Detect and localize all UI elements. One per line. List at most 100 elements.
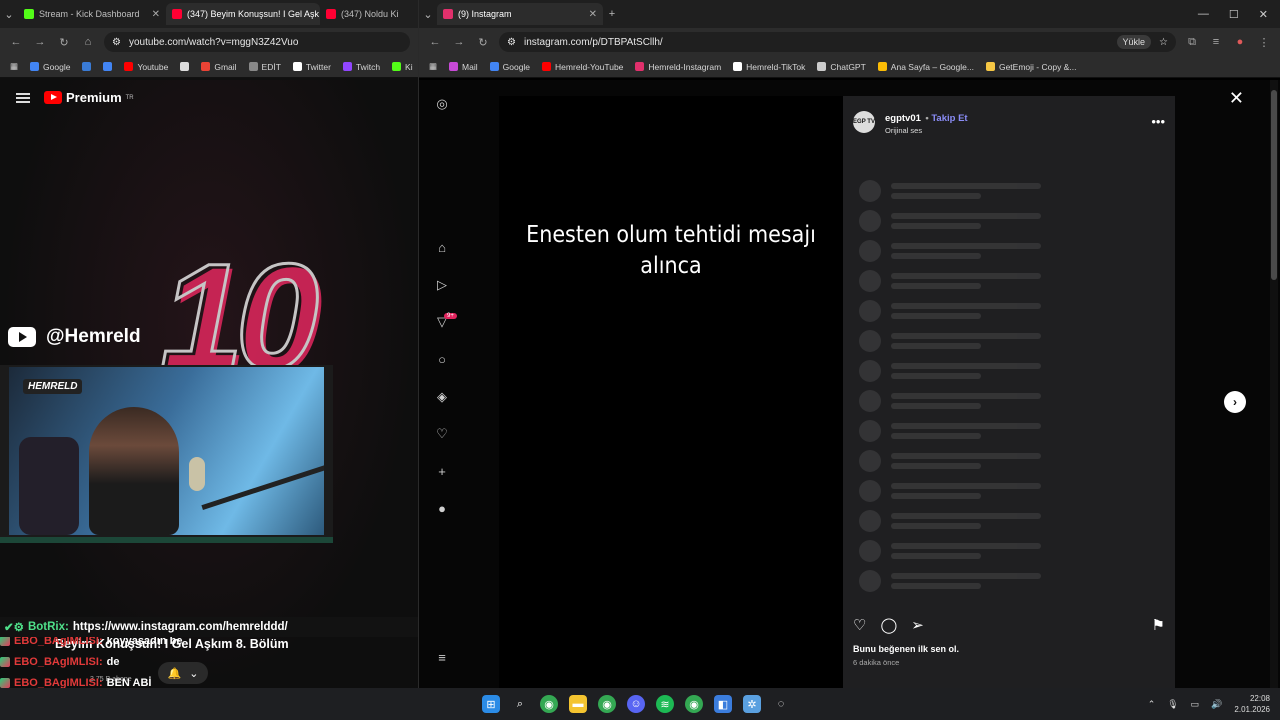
chevron-up-icon[interactable]: ⌃	[1148, 699, 1156, 710]
tab-kick-dashboard[interactable]: Stream - Kick Dashboard ✕	[18, 3, 166, 25]
bookmark-item[interactable]: GetEmoji - Copy &...	[985, 62, 1076, 72]
like-icon[interactable]: ♡	[853, 616, 866, 634]
instagram-logo-icon[interactable]: ◎	[434, 96, 450, 112]
skeleton-lines	[891, 453, 1041, 469]
start-icon[interactable]: ⊞	[482, 695, 500, 713]
search-icon[interactable]: ⌕	[511, 695, 529, 713]
chrome-icon[interactable]: ◉	[685, 695, 703, 713]
app-icon[interactable]: ◧	[714, 695, 732, 713]
bookmark-item[interactable]: Google	[489, 62, 530, 72]
url-field[interactable]: ⚙ instagram.com/p/DTBPAtSCllh/ Yükle ☆	[499, 32, 1176, 52]
youtube-player[interactable]: Premium TR 10 @Hemreld HEMRELD Beyim Kon…	[0, 80, 418, 688]
home-icon[interactable]: ⌂	[434, 240, 450, 256]
bookmark-favicon-icon	[30, 62, 40, 71]
home-icon[interactable]: ⌂	[80, 36, 96, 48]
more-menu-icon[interactable]: ≡	[434, 650, 450, 666]
discord-icon[interactable]: ☺	[627, 695, 645, 713]
site-info-icon[interactable]: ⚙	[507, 37, 516, 48]
file-explorer-icon[interactable]: ▬	[569, 695, 587, 713]
bookmark-label: Youtube	[137, 61, 169, 72]
maximize-icon[interactable]: ☐	[1229, 8, 1239, 21]
tab-youtube-other[interactable]: (347) Noldu Ki	[320, 3, 402, 25]
obs-icon[interactable]: ◌	[772, 695, 790, 713]
bookmark-item[interactable]: Twitch	[342, 62, 380, 72]
profile-avatar-icon[interactable]: ●	[1232, 36, 1248, 48]
bookmark-item[interactable]: Gmail	[201, 62, 237, 72]
author-avatar[interactable]: EGP TV	[853, 110, 875, 133]
forward-icon[interactable]: →	[451, 36, 467, 48]
author-username[interactable]: egptv01	[885, 113, 921, 124]
tab-close-icon[interactable]: ✕	[152, 9, 160, 20]
chrome-icon[interactable]: ◉	[540, 695, 558, 713]
tab-search-icon[interactable]: ⌄	[419, 8, 437, 21]
bookmark-label: Mail	[462, 61, 478, 72]
site-info-icon[interactable]: ⚙	[112, 37, 121, 48]
profile-icon[interactable]: ●	[434, 501, 450, 517]
bookmark-item[interactable]: Ki	[392, 62, 413, 72]
search-icon[interactable]: ○	[434, 352, 450, 368]
tab-instagram[interactable]: (9) Instagram ✕	[437, 3, 603, 25]
media-icon[interactable]: ≡	[1208, 36, 1224, 48]
tab-search-icon[interactable]: ⌄	[0, 8, 18, 21]
comment-icon[interactable]: ◯	[880, 616, 897, 634]
network-icon[interactable]: ▭	[1191, 699, 1200, 710]
bookmark-item[interactable]: Hemreld-YouTube	[542, 62, 623, 72]
extensions-icon[interactable]: ⧉	[1184, 36, 1200, 49]
url-field[interactable]: ⚙ youtube.com/watch?v=mggN3Z42Vuo	[104, 32, 410, 52]
settings-icon[interactable]: ✲	[743, 695, 761, 713]
back-icon[interactable]: ←	[8, 36, 24, 48]
bookmark-item[interactable]: EDİT	[248, 62, 281, 72]
forward-icon[interactable]: →	[32, 36, 48, 48]
bookmark-item[interactable]: Youtube	[124, 62, 168, 72]
close-icon[interactable]: ✕	[1229, 88, 1244, 109]
reload-icon[interactable]: ↻	[475, 36, 491, 49]
audio-label[interactable]: Orijinal ses	[885, 126, 968, 135]
apps-grid-icon[interactable]: ▦	[429, 61, 437, 72]
reel-video[interactable]: Enesten olum tehtidi mesajı alınca	[499, 96, 843, 688]
reels-icon[interactable]: ▷	[434, 277, 450, 293]
bookmark-item[interactable]: Twitter	[292, 62, 331, 72]
follow-button[interactable]: Takip Et	[931, 113, 967, 124]
chrome-icon[interactable]: ◉	[598, 695, 616, 713]
heart-icon[interactable]: ♡	[434, 426, 450, 442]
bookmark-star-icon[interactable]: ☆	[1159, 37, 1168, 48]
tab-youtube-video[interactable]: (347) Beyim Konuşsun! I Gel Aşk ✕	[166, 3, 320, 25]
bookmark-item[interactable]	[82, 62, 92, 71]
next-post-button[interactable]: ›	[1224, 391, 1246, 413]
bookmark-label: Hemreld-YouTube	[555, 61, 624, 72]
scrollbar-thumb[interactable]	[1271, 90, 1277, 280]
bookmark-item[interactable]: Hemreld-Instagram	[635, 62, 721, 72]
bookmark-item[interactable]: Ana Sayfa – Google...	[877, 62, 974, 72]
bookmark-item[interactable]: Hemreld-TikTok	[733, 62, 805, 72]
youtube-premium-logo[interactable]: Premium TR	[44, 90, 134, 105]
save-icon[interactable]: ⚑	[1152, 616, 1165, 634]
reload-icon[interactable]: ↻	[56, 36, 72, 49]
spotify-icon[interactable]: ≋	[656, 695, 674, 713]
new-tab-icon[interactable]: +	[603, 8, 621, 20]
install-app-button[interactable]: Yükle	[1116, 35, 1152, 49]
likes-text[interactable]: Bunu beğenen ilk sen ol.	[853, 644, 959, 654]
explore-icon[interactable]: ◈	[434, 389, 450, 405]
microphone-icon[interactable]: 🎙	[1167, 699, 1178, 710]
kebab-menu-icon[interactable]: ⋮	[1256, 36, 1272, 49]
bookmark-item[interactable]: Mail	[449, 62, 478, 72]
bookmark-item[interactable]	[103, 62, 113, 71]
create-icon[interactable]: +	[434, 464, 450, 480]
bookmark-item[interactable]: Google	[30, 62, 70, 72]
menu-icon[interactable]	[16, 92, 30, 103]
skeleton-lines	[891, 303, 1041, 319]
bookmark-item[interactable]	[180, 62, 190, 71]
apps-grid-icon[interactable]: ▦	[10, 61, 18, 72]
clock-date: 2.01.2026	[1234, 705, 1270, 714]
tab-close-icon[interactable]: ✕	[589, 9, 597, 20]
more-options-icon[interactable]: •••	[1151, 114, 1165, 129]
clock[interactable]: 22:08 2.01.2026	[1234, 693, 1270, 715]
scrollbar[interactable]	[1270, 80, 1278, 688]
back-icon[interactable]: ←	[427, 36, 443, 48]
skeleton-avatar	[859, 330, 881, 352]
bookmark-item[interactable]: ChatGPT	[817, 62, 866, 72]
share-icon[interactable]: ➢	[911, 616, 924, 634]
close-window-icon[interactable]: ✕	[1259, 8, 1268, 21]
volume-icon[interactable]: 🔊	[1211, 699, 1222, 710]
minimize-icon[interactable]: —	[1198, 8, 1209, 21]
